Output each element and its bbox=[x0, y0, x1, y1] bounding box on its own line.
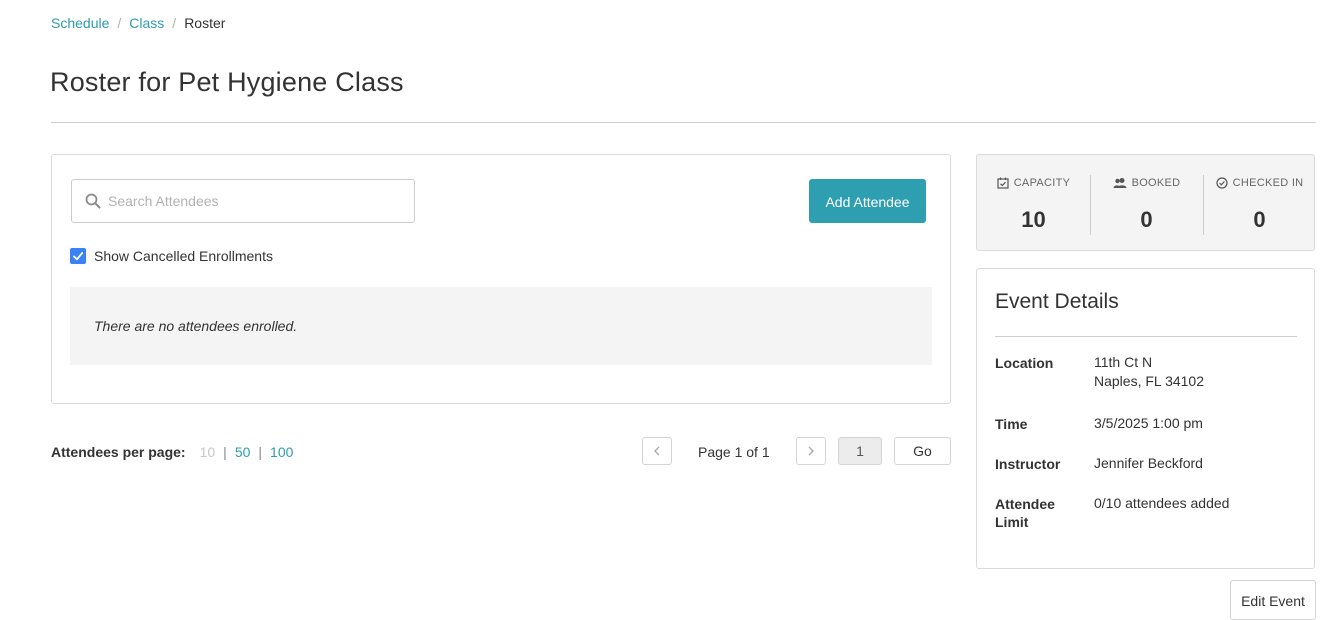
instructor-value: Jennifer Beckford bbox=[1094, 455, 1203, 471]
event-details-title: Event Details bbox=[995, 290, 1119, 313]
prev-page-button[interactable] bbox=[642, 437, 672, 465]
location-label: Location bbox=[995, 355, 1054, 371]
location-line1: 11th Ct N bbox=[1094, 354, 1153, 370]
next-page-button[interactable] bbox=[796, 437, 826, 465]
title-divider bbox=[51, 122, 1316, 123]
checked-in-value: 0 bbox=[1253, 207, 1266, 232]
per-page-separator: | bbox=[223, 444, 227, 460]
users-icon bbox=[1113, 178, 1127, 188]
calendar-check-icon bbox=[997, 177, 1009, 189]
per-page-option-10[interactable]: 10 bbox=[200, 444, 216, 460]
event-details-divider bbox=[995, 336, 1297, 337]
per-page-option-50[interactable]: 50 bbox=[235, 444, 251, 460]
search-box bbox=[71, 179, 415, 223]
booked-label-row: BOOKED bbox=[1090, 177, 1203, 189]
per-page-label: Attendees per page: bbox=[51, 444, 186, 460]
capacity-label-row: CAPACITY bbox=[977, 177, 1090, 189]
location-line2: Naples, FL 34102 bbox=[1094, 373, 1204, 389]
breadcrumb-schedule-link[interactable]: Schedule bbox=[51, 15, 109, 31]
time-label: Time bbox=[995, 416, 1028, 432]
breadcrumb-separator: / bbox=[117, 15, 122, 31]
search-attendees-input[interactable] bbox=[108, 180, 408, 222]
attendee-limit-value: 0/10 attendees added bbox=[1094, 495, 1230, 511]
edit-event-button[interactable]: Edit Event bbox=[1230, 580, 1316, 620]
capacity-value: 10 bbox=[1021, 207, 1046, 232]
capacity-stat: CAPACITY 10 bbox=[977, 155, 1090, 250]
chevron-left-icon bbox=[654, 446, 660, 456]
breadcrumb-separator: / bbox=[172, 15, 177, 31]
check-circle-icon bbox=[1215, 177, 1228, 189]
page-title: Roster for Pet Hygiene Class bbox=[50, 67, 404, 97]
breadcrumb-current: Roster bbox=[184, 15, 226, 31]
add-attendee-button[interactable]: Add Attendee bbox=[809, 179, 926, 223]
chevron-right-icon bbox=[808, 446, 814, 456]
show-cancelled-row: Show Cancelled Enrollments bbox=[70, 247, 273, 265]
checked-in-label-row: CHECKED IN bbox=[1203, 177, 1316, 189]
booked-stat: BOOKED 0 bbox=[1090, 155, 1203, 250]
instructor-label: Instructor bbox=[995, 456, 1061, 472]
page-indicator: Page 1 of 1 bbox=[698, 444, 770, 460]
per-page-separator: | bbox=[258, 444, 263, 460]
breadcrumb-class-link[interactable]: Class bbox=[129, 15, 164, 31]
booked-value: 0 bbox=[1140, 207, 1153, 232]
time-value: 3/5/2025 1:00 pm bbox=[1094, 415, 1203, 431]
attendee-limit-label-line2: Limit bbox=[995, 514, 1029, 530]
go-button[interactable]: Go bbox=[894, 437, 951, 465]
checked-in-stat: CHECKED IN 0 bbox=[1203, 155, 1316, 250]
empty-state: There are no attendees enrolled. bbox=[70, 287, 932, 365]
breadcrumb: Schedule / Class / Roster bbox=[51, 14, 225, 32]
per-page-selector: Attendees per page: 10 | 50 | 100 bbox=[51, 443, 293, 461]
capacity-label: CAPACITY bbox=[1013, 177, 1071, 189]
checkmark-icon bbox=[73, 252, 84, 261]
roster-panel: Add Attendee Show Cancelled Enrollments … bbox=[51, 154, 951, 404]
per-page-option-100[interactable]: 100 bbox=[270, 444, 293, 460]
booked-label: BOOKED bbox=[1131, 177, 1181, 189]
event-details-panel: Event Details Location 11th Ct N Naples,… bbox=[976, 268, 1315, 569]
checked-in-label: CHECKED IN bbox=[1232, 177, 1304, 189]
empty-message: There are no attendees enrolled. bbox=[94, 318, 298, 334]
show-cancelled-label[interactable]: Show Cancelled Enrollments bbox=[94, 247, 273, 265]
stats-panel: CAPACITY 10 BOOKED 0 CHECKED IN 0 bbox=[976, 154, 1315, 251]
attendee-limit-label-line1: Attendee bbox=[995, 496, 1055, 512]
page-number-input[interactable]: 1 bbox=[838, 437, 882, 465]
search-icon bbox=[85, 193, 101, 209]
show-cancelled-checkbox[interactable] bbox=[70, 248, 86, 264]
